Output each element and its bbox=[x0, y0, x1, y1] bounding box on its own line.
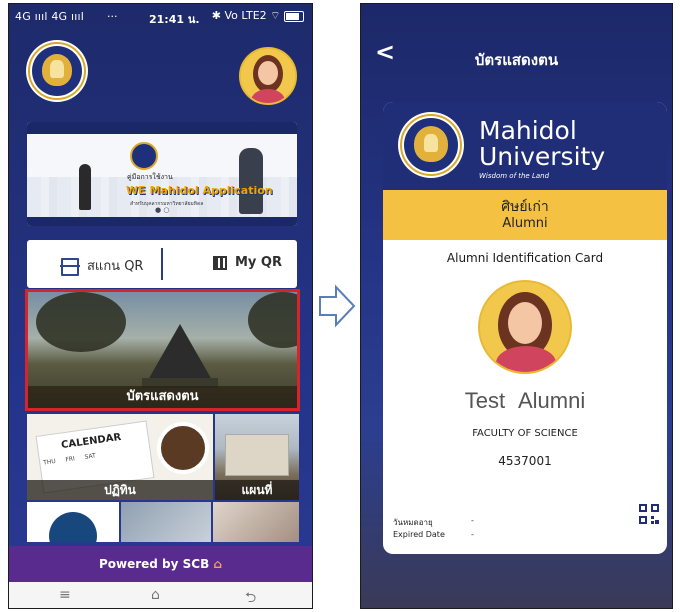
id-number: 4537001 bbox=[498, 454, 552, 468]
card-header: Mahidol University Wisdom of the Land bbox=[383, 102, 667, 190]
expire-value-th: - bbox=[471, 516, 474, 525]
network-signal: 4G ıııl 4G ıııl bbox=[15, 10, 84, 23]
map-tile-label: แผนที่ bbox=[215, 480, 299, 500]
qr-divider bbox=[161, 248, 163, 280]
banner-person-left bbox=[79, 164, 91, 210]
scan-qr-label: สแกน QR bbox=[87, 259, 144, 274]
home-screen: 4G ıııl 4G ıııl ··· 21:41 น. ✱ Vo LTE2 ⌔… bbox=[8, 3, 313, 609]
status-bar: 4G ıııl 4G ıııl ··· 21:41 น. ✱ Vo LTE2 ⌔ bbox=[9, 4, 312, 30]
page-title: บัตรแสดงตน bbox=[474, 51, 559, 69]
university-name-line1: Mahidol bbox=[479, 116, 577, 145]
card-title: Alumni Identification Card bbox=[446, 251, 604, 265]
scan-qr-button[interactable]: สแกน QR bbox=[60, 255, 144, 276]
status-time: 21:41 น. bbox=[149, 13, 200, 26]
calendar-tile[interactable]: CALENDAR THU FRI SAT ปฏิทิน bbox=[27, 414, 213, 500]
expire-label-en: Expired Date bbox=[393, 530, 445, 539]
expire-value-en: - bbox=[471, 530, 474, 539]
powered-by-bar: Powered by SCB ⌂ bbox=[9, 546, 312, 582]
bluetooth-wifi-status: ✱ Vo LTE2 ⌔ bbox=[211, 9, 281, 22]
menu-icon[interactable]: ≡ bbox=[59, 587, 71, 603]
qr-code-icon[interactable] bbox=[639, 504, 659, 524]
back-icon[interactable]: ⮌ bbox=[245, 587, 256, 608]
alumni-card: Mahidol University Wisdom of the Land ศิ… bbox=[383, 102, 667, 554]
my-qr-label: My QR bbox=[235, 255, 282, 270]
id-card-screen: < บัตรแสดงตน Mahidol University Wisdom o… bbox=[360, 3, 673, 609]
coffee-cup-image bbox=[157, 422, 209, 474]
scb-logo-icon: ⌂ bbox=[213, 557, 223, 571]
status-band: ศิษย์เก่า Alumni bbox=[383, 190, 667, 240]
expire-label-th: วันหมดอายุ bbox=[393, 518, 433, 527]
home-icon[interactable]: ⌂ bbox=[151, 587, 160, 603]
faculty-name: FACULTY OF SCIENCE bbox=[472, 428, 578, 439]
news-tile[interactable] bbox=[121, 502, 211, 542]
card-avatar bbox=[478, 280, 572, 374]
scan-icon bbox=[60, 257, 80, 276]
calendar-tile-label: ปฏิทิน bbox=[27, 480, 213, 500]
powered-by-label: Powered by SCB bbox=[98, 557, 210, 571]
mahidol-seal-logo bbox=[26, 40, 88, 102]
status-english: Alumni bbox=[502, 216, 548, 231]
manual-banner[interactable]: คู่มือการใช้งาน WE Mahidol Application ส… bbox=[27, 122, 297, 226]
university-name-line2: University bbox=[479, 142, 606, 171]
contact-tile[interactable] bbox=[27, 502, 119, 542]
id-card-tile-label: บัตรแสดงตน bbox=[28, 386, 297, 408]
id-card-tile[interactable]: บัตรแสดงตน bbox=[25, 289, 300, 411]
transition-arrow-icon bbox=[319, 284, 356, 328]
banner-seal-icon bbox=[130, 142, 158, 170]
holder-name: Test Alumni bbox=[464, 388, 586, 413]
banner-line1: คู่มือการใช้งาน bbox=[127, 173, 173, 181]
contact-icon bbox=[49, 512, 97, 542]
android-navbar: ≡ ⌂ ⮌ bbox=[9, 582, 312, 608]
mahidol-seal-logo bbox=[398, 112, 464, 178]
status-thai: ศิษย์เก่า bbox=[501, 199, 549, 215]
map-tile[interactable]: แผนที่ bbox=[215, 414, 299, 500]
status-extras: ··· bbox=[107, 10, 118, 23]
top-bar: < บัตรแสดงตน bbox=[361, 4, 672, 69]
university-tagline: Wisdom of the Land bbox=[479, 172, 550, 180]
banner-person-right bbox=[239, 148, 263, 214]
pavilion-image bbox=[148, 324, 212, 380]
activity-tile[interactable] bbox=[213, 502, 299, 542]
profile-avatar[interactable] bbox=[239, 47, 297, 105]
battery-icon bbox=[284, 10, 304, 22]
qr-code-icon bbox=[213, 255, 227, 270]
status-right: ✱ Vo LTE2 ⌔ bbox=[212, 9, 304, 23]
carousel-dots[interactable]: ● ○ bbox=[155, 206, 169, 214]
banner-app-name: WE Mahidol Application bbox=[126, 184, 273, 197]
qr-bar: สแกน QR My QR bbox=[27, 240, 297, 288]
my-qr-button[interactable]: My QR bbox=[213, 255, 282, 270]
